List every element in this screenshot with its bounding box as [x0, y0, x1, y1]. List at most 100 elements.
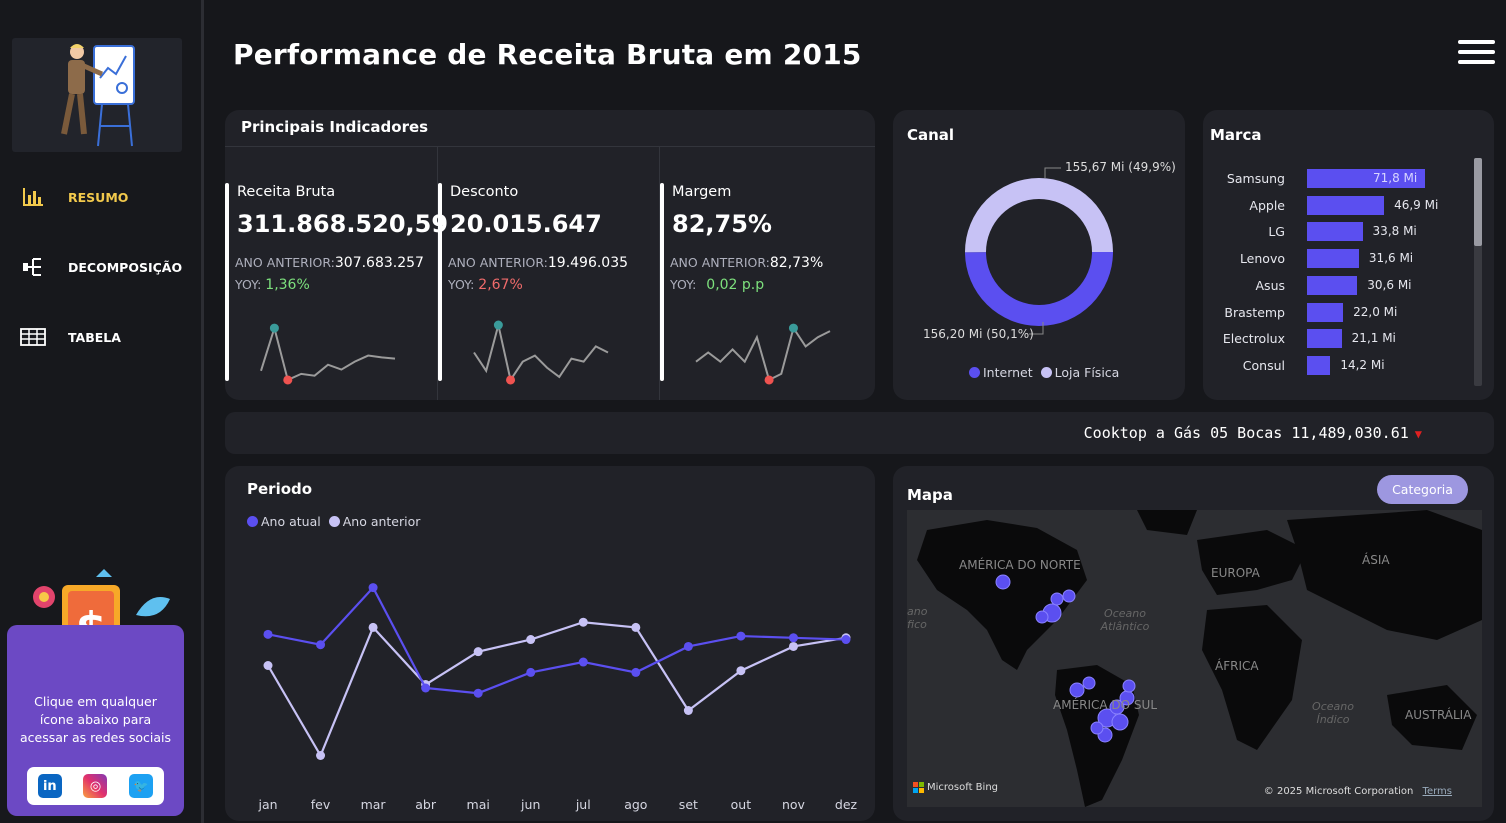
brand-bar[interactable] — [1307, 275, 1358, 295]
brand-value: 30,6 Mi — [1367, 277, 1412, 292]
canal-donut-chart — [965, 167, 1113, 335]
series-point — [841, 635, 851, 645]
series-point — [368, 622, 378, 632]
map-label-af: ÁFRICA — [1215, 659, 1259, 673]
series-point — [421, 683, 431, 693]
ticker-text: Cooktop a Gás 05 Bocas 11,489,030.61 ▼ — [1083, 424, 1422, 442]
nav-tabela-label: TABELA — [68, 329, 121, 345]
mapa-title: Mapa — [907, 486, 953, 504]
series-point — [788, 633, 798, 643]
series-point — [683, 641, 693, 651]
brand-label: Consul — [1242, 357, 1285, 373]
sparkline-max-point — [493, 320, 503, 330]
x-tick-label: jan — [258, 797, 278, 812]
kpi-sparkline — [260, 323, 396, 385]
presenter-illustration — [12, 38, 182, 152]
series-point — [263, 661, 273, 670]
brand-bar[interactable] — [1307, 222, 1363, 242]
sparkline-max-point — [269, 323, 279, 333]
brand-label: Samsung — [1226, 171, 1285, 186]
nav-decomposicao[interactable]: DECOMPOSIÇÃO — [20, 256, 182, 278]
nav-decomposicao-label: DECOMPOSIÇÃO — [68, 259, 183, 275]
nav-tabela[interactable]: TABELA — [20, 326, 121, 348]
marca-panel: Marca Samsung 71,8 Mi Apple 46,9 Mi LG 33,8 M… — [1203, 110, 1494, 400]
series-point — [736, 631, 746, 641]
kpi-desconto: Desconto 20.015.647 ANO ANTERIOR:19.496.… — [438, 146, 660, 400]
map-label-as: ÁSIA — [1362, 553, 1390, 567]
legend-item-loja[interactable]: Loja Física — [1040, 365, 1119, 380]
series-point — [473, 647, 483, 657]
series-point — [788, 641, 798, 651]
product-ticker: Cooktop a Gás 05 Bocas 11,489,030.61 ▼ — [225, 412, 1494, 454]
microsoft-logo-icon — [913, 782, 924, 793]
series-point — [263, 629, 273, 639]
indicators-panel: Principais Indicadores Receita Bruta 311… — [225, 110, 875, 400]
menu-icon[interactable] — [1458, 40, 1495, 66]
nav-resumo[interactable]: RESUMO — [20, 186, 128, 208]
categoria-button[interactable]: Categoria — [1377, 475, 1468, 504]
world-map[interactable]: AMÉRICA DO NORTE EUROPA ÁSIA ÁFRICA AMÉR… — [907, 510, 1482, 807]
marca-title: Marca — [1210, 126, 1262, 144]
page-title: Performance de Receita Bruta em 2015 — [233, 38, 862, 71]
down-arrow-icon: ▼ — [1414, 427, 1422, 441]
series-point — [526, 667, 536, 677]
brand-bar[interactable] — [1307, 195, 1385, 215]
decomposition-tree-icon — [20, 256, 46, 278]
x-tick-label: fev — [310, 797, 331, 812]
x-tick-label: nov — [781, 797, 805, 812]
nav-resumo-label: RESUMO — [68, 189, 129, 205]
sparkline-min-point — [283, 375, 293, 385]
brand-value: 22,0 Mi — [1353, 304, 1398, 319]
donut-label-internet: 155,67 Mi (49,9%) — [1065, 160, 1176, 174]
x-tick-label: mar — [360, 797, 386, 812]
kpi-margem: Margem 82,75% ANO ANTERIOR:82,73% YOY: 0,… — [660, 146, 875, 400]
donut-label-loja: 156,20 Mi (50,1%) — [923, 327, 1034, 341]
brand-bar[interactable] — [1307, 249, 1359, 269]
series-point — [631, 667, 641, 677]
kpi-receita: Receita Bruta 311.868.520,59 ANO ANTERIO… — [225, 146, 448, 400]
social-card: Clique em qualquer ícone abaixo para ace… — [7, 625, 184, 816]
marca-scrollbar[interactable] — [1474, 158, 1482, 386]
brand-bar[interactable] — [1307, 355, 1331, 375]
terms-link[interactable]: Terms — [1423, 786, 1452, 797]
kpi-sparkline — [695, 323, 831, 385]
bing-credit: Microsoft Bing — [913, 782, 998, 793]
periodo-line-chart — [263, 583, 851, 760]
series-line-ano-atual — [267, 585, 847, 695]
x-tick-label: out — [730, 797, 752, 812]
brand-value: 31,6 Mi — [1368, 251, 1414, 266]
sparkline-path — [695, 325, 831, 382]
legend-item-internet[interactable]: Internet — [969, 365, 1033, 380]
scrollbar-thumb[interactable] — [1474, 158, 1482, 246]
canal-panel: Canal 155,67 Mi (49,9%) 156,20 Mi (50,1%… — [893, 110, 1185, 400]
social-instructions: Clique em qualquer ícone abaixo para ace… — [20, 694, 171, 745]
sparkline-max-point — [788, 323, 798, 333]
twitter-icon[interactable]: 🐦 — [129, 774, 154, 798]
social-links: in ◎ 🐦 — [27, 767, 164, 805]
series-point — [473, 688, 483, 698]
brand-value: 46,9 Mi — [1394, 197, 1439, 212]
brand-label: LG — [1268, 224, 1285, 240]
brand-bar[interactable] — [1307, 302, 1344, 322]
brand-label: Brastemp — [1224, 304, 1285, 320]
brand-label: Asus — [1255, 277, 1286, 293]
x-tick-label: jun — [521, 797, 541, 812]
instagram-icon[interactable]: ◎ — [83, 774, 108, 798]
sidebar: RESUMO DECOMPOSIÇÃO TABELA $ Clique em q… — [0, 0, 204, 823]
x-tick-label: mai — [466, 797, 490, 812]
series-point — [368, 583, 378, 593]
x-tick-label: jul — [575, 797, 591, 812]
x-tick-label: ago — [624, 797, 648, 812]
map-label-au: AUSTRÁLIA — [1405, 708, 1472, 722]
series-point — [316, 640, 326, 650]
brand-value: 33,8 Mi — [1372, 224, 1417, 239]
brand-label: Apple — [1249, 197, 1285, 213]
brand-value: 21,1 Mi — [1351, 331, 1396, 346]
linkedin-icon[interactable]: in — [37, 774, 62, 798]
donut-slice-internet — [965, 252, 1113, 327]
series-point — [683, 706, 693, 715]
map-label-eu: EUROPA — [1211, 566, 1260, 580]
brand-bar[interactable] — [1307, 329, 1342, 349]
x-tick-label: set — [678, 797, 698, 812]
brand-value: 71,8 Mi — [1373, 171, 1418, 185]
